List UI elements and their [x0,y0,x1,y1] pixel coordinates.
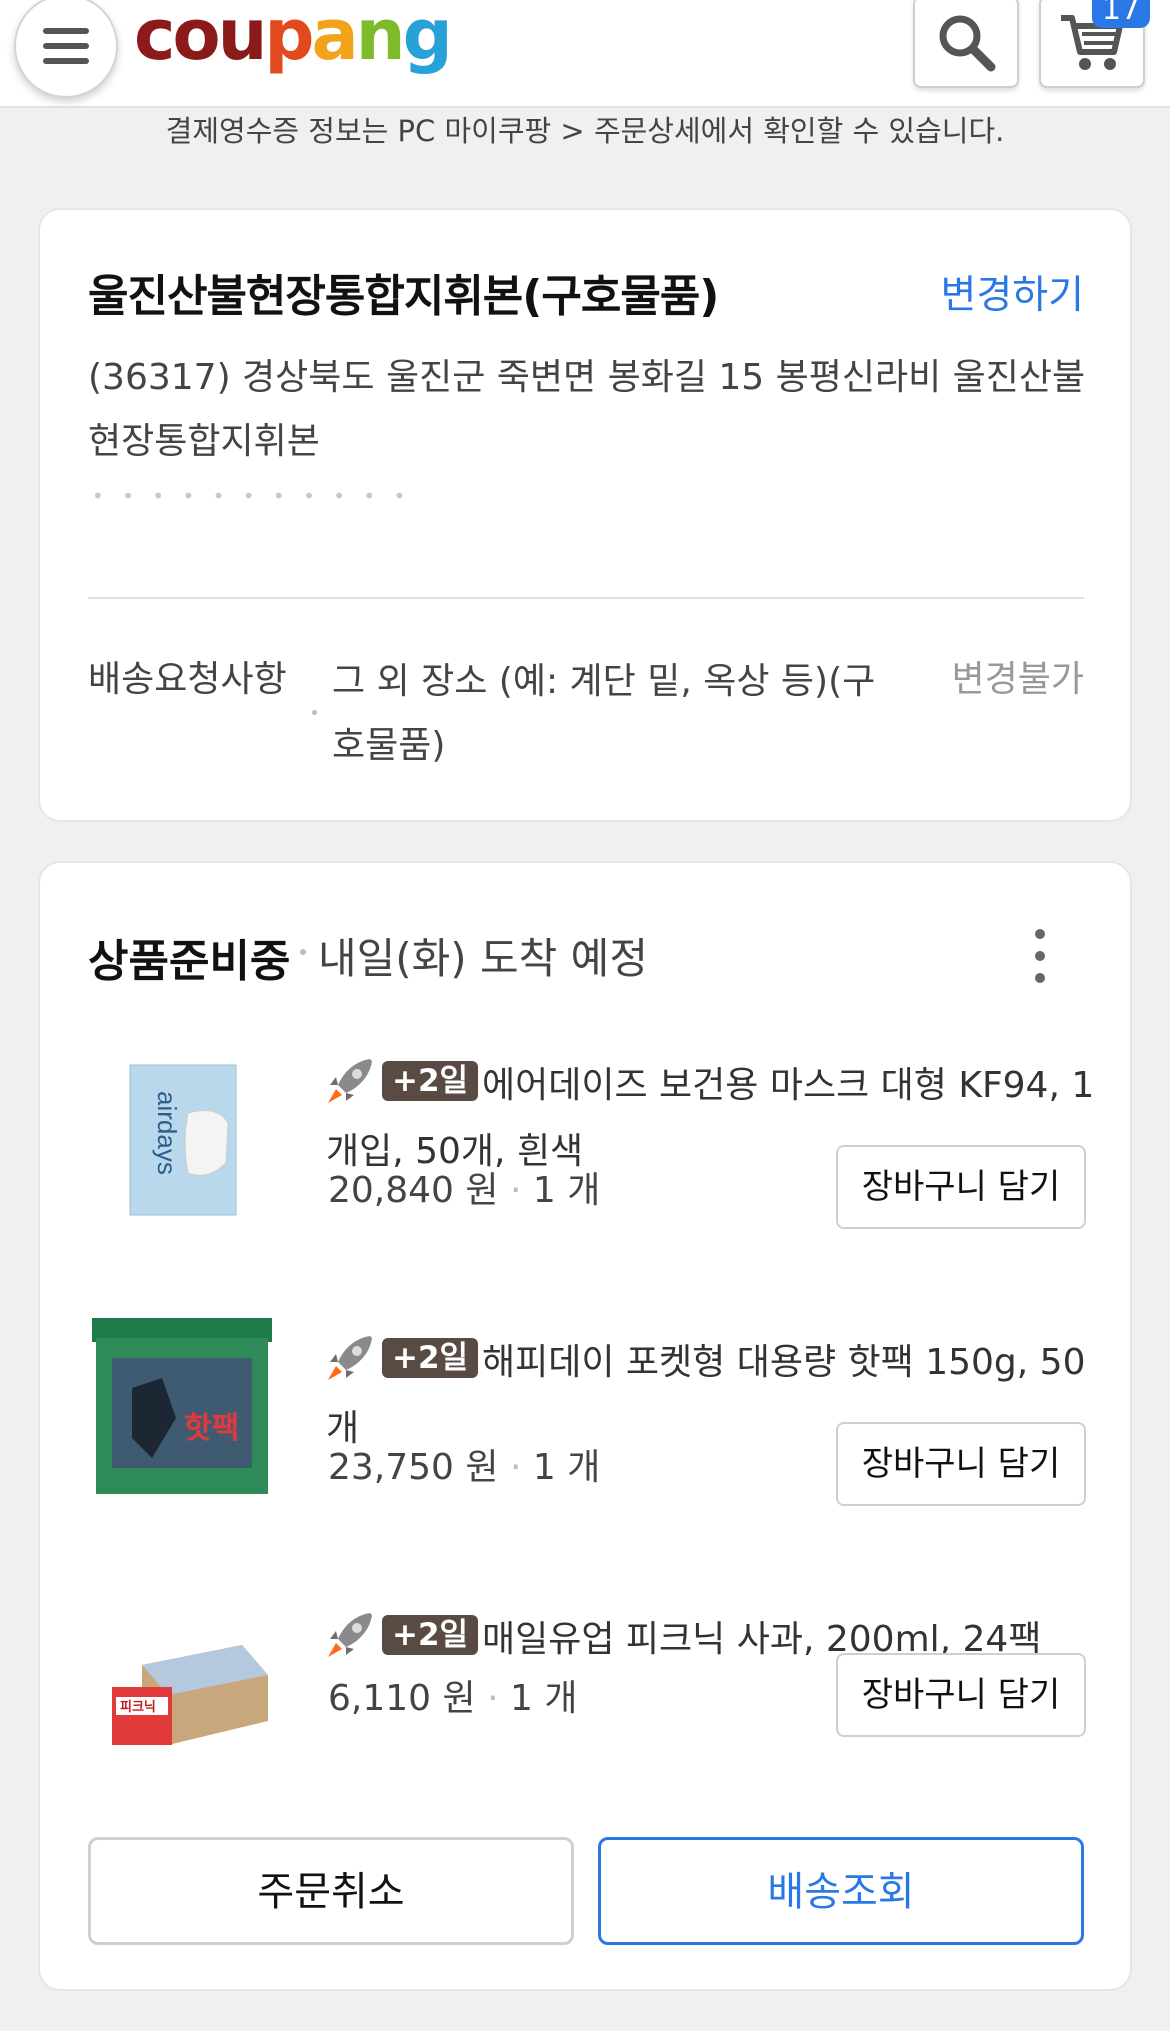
add-to-cart-button[interactable]: 장바구니 담기 [836,1145,1086,1229]
mask-brand-text: airdays [152,1091,182,1175]
add-to-cart-button[interactable]: 장바구니 담기 [836,1653,1086,1737]
order-item: 피크닉 +2일 매일유업 피크닉 사과, 200ml, 24팩 6,110 원 … [40,1607,1134,1777]
more-icon-dot [1035,929,1045,939]
track-delivery-button[interactable]: 배송조회 [598,1837,1084,1945]
product-thumbnail-hotpack[interactable]: 핫팩 [92,1318,272,1500]
product-quantity: 1 개 [532,1170,601,1211]
coupang-logo[interactable]: coupang [134,0,453,76]
top-header: coupang 17 [0,0,1170,108]
more-options-button[interactable] [1030,929,1050,983]
order-card: 상품준비중 내일(화) 도착 예정 airdays +2일 에어데이즈 보건용 … [38,861,1132,1991]
receipt-notice: 결제영수증 정보는 PC 마이쿠팡 > 주문상세에서 확인할 수 있습니다. [165,114,1005,148]
separator-dot [300,949,306,955]
menu-button[interactable] [14,0,118,98]
order-item: 핫팩 +2일 해피데이 포켓형 대용량 핫팩 150g, 50개 23,750 … [40,1318,1134,1560]
add-to-cart-button[interactable]: 장바구니 담기 [836,1422,1086,1506]
more-icon-dot [1035,973,1045,983]
cancel-order-button[interactable]: 주문취소 [88,1837,574,1945]
product-quantity: 1 개 [532,1447,601,1488]
shipping-address-card: 울진산불현장통합지휘본(구호물품) 변경하기 (36317) 경상북도 울진군 … [38,208,1132,822]
search-button[interactable] [913,0,1019,88]
product-price-qty: 20,840 원 · 1 개 [328,1170,601,1211]
menu-icon-line [43,43,89,49]
product-quantity: 1 개 [509,1678,578,1719]
product-thumbnail-mask[interactable]: airdays [128,1063,238,1221]
product-price: 23,750 원 [328,1447,499,1488]
delivery-request-value: 그 외 장소 (예: 계단 밑, 옥상 등)(구호물품) [332,661,876,766]
order-item: airdays +2일 에어데이즈 보건용 마스크 대형 KF94, 1개입, … [40,1053,1134,1283]
delivery-request-status: 변경불가 [951,659,1084,700]
product-thumbnail-picnic[interactable]: 피크닉 [102,1635,272,1759]
menu-icon-line [43,28,89,34]
delivery-request-label: 배송요청사항 [88,659,287,700]
order-status: 상품준비중 [88,936,291,987]
picnic-brand-text: 피크닉 [120,1700,156,1715]
product-price: 6,110 원 [328,1678,476,1719]
search-icon [939,15,996,72]
product-price: 20,840 원 [328,1170,499,1211]
recipient-name: 울진산불현장통합지휘본(구호물품) [88,271,719,322]
menu-icon-line [43,58,89,64]
divider [88,597,1084,599]
arrival-estimate: 내일(화) 도착 예정 [318,934,648,983]
product-price-qty: 23,750 원 · 1 개 [328,1447,601,1488]
masked-phone: • • • • • • • • • • • [92,484,412,508]
more-icon-dot [1035,951,1045,961]
change-address-link[interactable]: 변경하기 [940,264,1084,320]
hotpack-brand-text: 핫팩 [184,1411,239,1446]
product-price-qty: 6,110 원 · 1 개 [328,1678,578,1719]
shipping-address: (36317) 경상북도 울진군 죽변면 봉화길 15 봉평신라비 울진산불현장… [88,357,1086,462]
cart-count-badge: 17 [1092,0,1150,28]
separator-dot [312,710,317,715]
